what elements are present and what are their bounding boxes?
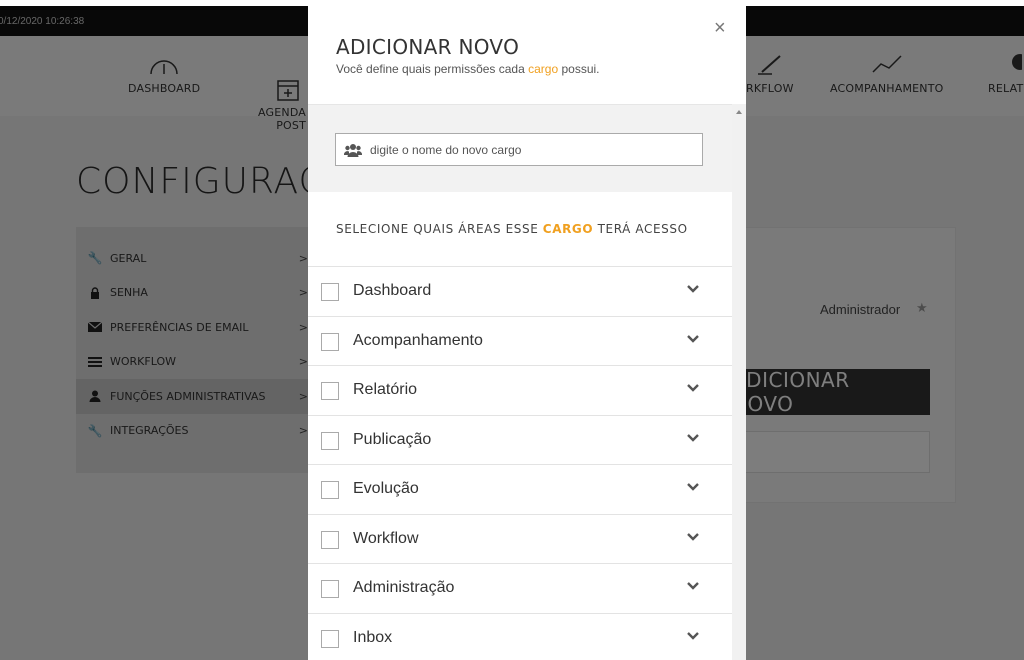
area-label: Evolução bbox=[353, 480, 419, 498]
modal-scrollbar[interactable] bbox=[732, 104, 746, 660]
chevron-down-icon[interactable] bbox=[686, 581, 700, 591]
area-row-acompanhamento[interactable]: Acompanhamento bbox=[308, 315, 732, 366]
area-checkbox[interactable] bbox=[321, 332, 339, 351]
chevron-down-icon[interactable] bbox=[686, 482, 700, 492]
modal-subtitle: Você define quais permissões cada cargo … bbox=[336, 62, 600, 76]
area-checkbox[interactable] bbox=[321, 481, 339, 499]
area-label: Administração bbox=[353, 579, 455, 597]
users-icon bbox=[344, 143, 362, 157]
area-row-relatorio[interactable]: Relatório bbox=[308, 365, 732, 415]
area-row-publicacao[interactable]: Publicação bbox=[308, 414, 732, 465]
areas-heading: SELECIONE QUAIS ÁREAS ESSE CARGO TERÁ AC… bbox=[336, 222, 688, 236]
area-checkbox[interactable] bbox=[321, 431, 339, 450]
area-row-evolucao[interactable]: Evolução bbox=[308, 464, 732, 514]
area-label: Acompanhamento bbox=[353, 331, 483, 349]
area-label: Publicação bbox=[353, 430, 432, 448]
role-name-zone bbox=[308, 104, 732, 192]
modal-header: ADICIONAR NOVO Você define quais permiss… bbox=[308, 6, 746, 104]
area-row-dashboard[interactable]: Dashboard bbox=[308, 266, 732, 316]
areas-list: Dashboard Acompanhamento Relatório Publi… bbox=[308, 266, 732, 660]
chevron-down-icon[interactable] bbox=[686, 532, 700, 542]
close-icon[interactable]: × bbox=[714, 18, 726, 38]
area-label: Inbox bbox=[353, 628, 393, 646]
area-label: Workflow bbox=[353, 529, 419, 547]
chevron-down-icon[interactable] bbox=[686, 383, 700, 393]
area-row-workflow[interactable]: Workflow bbox=[308, 513, 732, 564]
area-label: Relatório bbox=[353, 381, 418, 399]
chevron-down-icon[interactable] bbox=[686, 284, 700, 294]
area-checkbox[interactable] bbox=[321, 530, 339, 549]
area-label: Dashboard bbox=[353, 282, 432, 300]
subtitle-text-end: possui. bbox=[558, 62, 600, 76]
add-role-modal: ADICIONAR NOVO Você define quais permiss… bbox=[308, 6, 746, 660]
modal-body: SELECIONE QUAIS ÁREAS ESSE CARGO TERÁ AC… bbox=[308, 104, 732, 660]
chevron-down-icon[interactable] bbox=[686, 433, 700, 443]
area-row-inbox[interactable]: Inbox bbox=[308, 612, 732, 660]
chevron-down-icon[interactable] bbox=[686, 334, 700, 344]
heading-text: SELECIONE QUAIS ÁREAS ESSE bbox=[336, 222, 543, 236]
subtitle-accent: cargo bbox=[528, 62, 559, 76]
area-checkbox[interactable] bbox=[321, 580, 339, 598]
heading-text-end: TERÁ ACESSO bbox=[593, 222, 688, 236]
area-checkbox[interactable] bbox=[321, 283, 339, 301]
scroll-up-icon[interactable] bbox=[736, 110, 742, 114]
area-checkbox[interactable] bbox=[321, 629, 339, 648]
role-name-input[interactable] bbox=[370, 142, 690, 157]
role-name-field[interactable] bbox=[335, 133, 703, 166]
subtitle-text: Você define quais permissões cada bbox=[336, 62, 529, 76]
chevron-down-icon[interactable] bbox=[686, 631, 700, 641]
heading-accent: CARGO bbox=[542, 222, 594, 236]
modal-title: ADICIONAR NOVO bbox=[336, 35, 520, 59]
area-checkbox[interactable] bbox=[321, 382, 339, 400]
area-row-administracao[interactable]: Administração bbox=[308, 563, 732, 613]
